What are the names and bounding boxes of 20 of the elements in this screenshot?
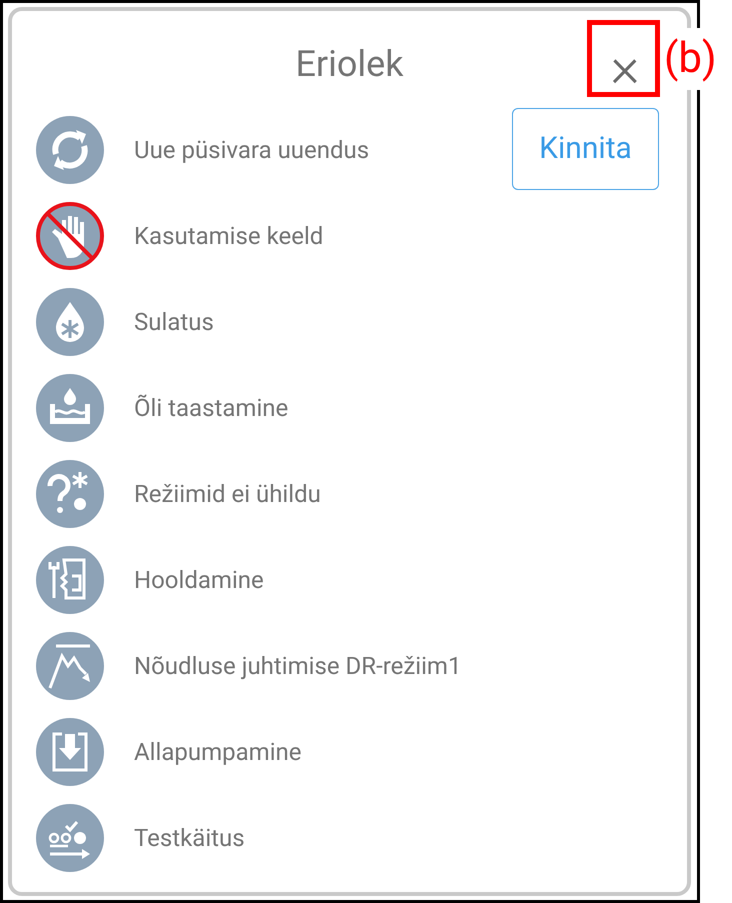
status-label: Õli taastamine	[134, 394, 290, 422]
status-label: Sulatus	[134, 308, 215, 336]
wrench-panel-icon	[36, 546, 104, 614]
refresh-icon	[36, 116, 104, 184]
status-label: Nõudluse juhtimise DR-režiim1	[134, 652, 462, 680]
status-label: Hooldamine	[134, 566, 265, 594]
status-label: Uue püsivara uuendus	[134, 136, 370, 164]
status-label: Režiimid ei ühildu	[134, 480, 322, 508]
confirm-button[interactable]: Kinnita	[512, 108, 659, 190]
status-label: Kasutamise keeld	[134, 222, 324, 250]
status-label: Allapumpamine	[134, 738, 303, 766]
close-button[interactable]: ×	[597, 39, 653, 95]
prohibited-hand-icon	[36, 202, 104, 270]
dialog-title: Eriolek	[295, 43, 404, 85]
question-snowflake-icon	[36, 460, 104, 528]
peak-graph-icon	[36, 632, 104, 700]
drop-basin-icon	[36, 374, 104, 442]
snowflake-drop-icon	[36, 288, 104, 356]
status-label: Testkäitus	[134, 824, 246, 852]
download-tray-icon	[36, 718, 104, 786]
